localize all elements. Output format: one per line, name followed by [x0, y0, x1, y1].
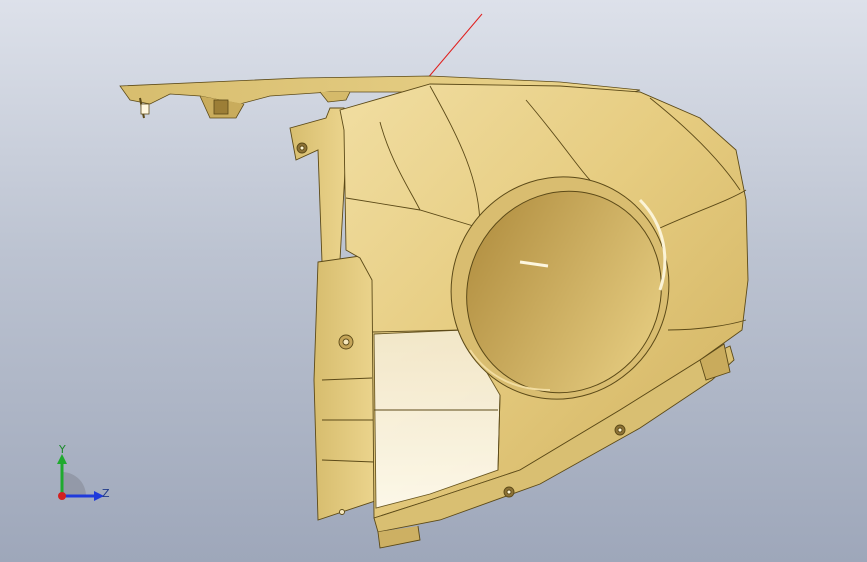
graphics-viewport[interactable]: Y Z [0, 0, 867, 562]
y-axis-label: Y [59, 443, 66, 456]
triad-graphic [57, 454, 104, 501]
x-axis-point [58, 492, 66, 500]
cad-model-view[interactable] [0, 0, 867, 562]
coordinate-triad: Y Z [44, 438, 124, 518]
indicator-line [420, 13, 483, 87]
triad-quadrant [62, 472, 86, 496]
z-axis-label: Z [102, 487, 110, 500]
